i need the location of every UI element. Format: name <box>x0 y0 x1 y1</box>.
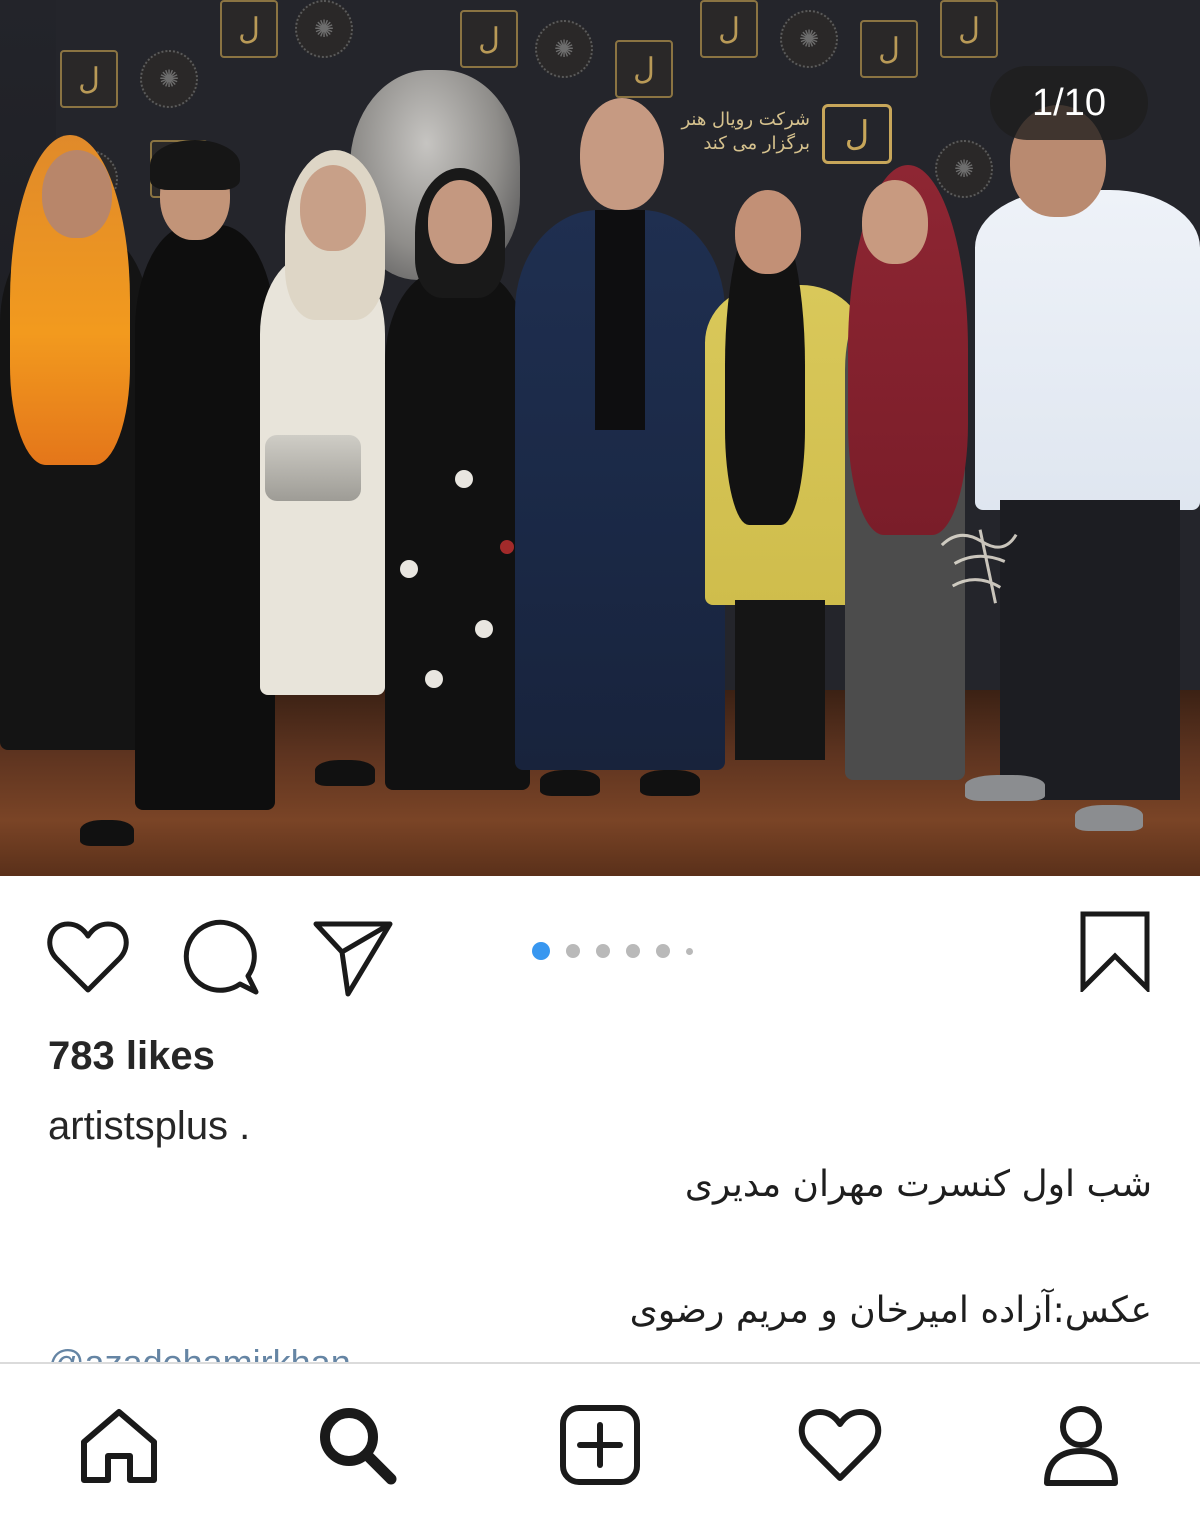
caption-line-1: شب اول کنسرت مهران مدیری <box>684 1164 1152 1205</box>
bookmark-icon <box>1080 911 1150 995</box>
username-suffix: . <box>228 1104 251 1148</box>
likes-count[interactable]: 783 likes <box>48 1034 215 1079</box>
backdrop-logo: ل <box>615 40 673 98</box>
backdrop-ornament: ✺ <box>535 20 593 78</box>
nav-search[interactable] <box>312 1400 402 1490</box>
person-5-shoe <box>540 770 600 796</box>
username-link[interactable]: artistsplus <box>48 1104 228 1148</box>
person-4-flower <box>425 670 443 688</box>
comment-button[interactable] <box>182 918 262 998</box>
nav-create-post[interactable] <box>555 1400 645 1490</box>
person-4-flower <box>500 540 514 554</box>
carousel-dot <box>686 947 693 955</box>
person-5-shoe <box>640 770 700 796</box>
caption-line-2: عکس:آزاده امیرخان و مریم رضوی <box>629 1290 1152 1331</box>
carousel-dot <box>532 942 550 960</box>
person-4-flower <box>400 560 418 578</box>
person-3-face <box>300 165 366 251</box>
backdrop-ornament: ✺ <box>295 0 353 58</box>
add-post-icon <box>560 1405 640 1485</box>
person-1-shoe <box>80 820 134 846</box>
activity-heart-icon <box>798 1409 882 1481</box>
like-button[interactable] <box>46 918 130 996</box>
profile-icon <box>1044 1406 1118 1486</box>
person-4-face <box>428 180 492 264</box>
carousel-dot <box>626 944 640 958</box>
carousel-dot <box>596 944 610 958</box>
nav-activity[interactable] <box>795 1400 885 1490</box>
person-8-trousers <box>1000 500 1180 800</box>
person-2 <box>135 225 275 810</box>
person-4 <box>385 270 530 790</box>
carousel-dot <box>656 944 670 958</box>
backdrop-logo: ل <box>940 0 998 58</box>
backdrop-logo: ل <box>220 0 278 58</box>
person-5-face <box>580 98 664 210</box>
photographer-signature <box>929 514 1031 616</box>
person-4-flower <box>475 620 493 638</box>
person-8-shoe <box>1075 805 1143 831</box>
person-7-face <box>862 180 928 264</box>
person-6-trousers <box>735 600 825 760</box>
bottom-navigation <box>0 1362 1200 1522</box>
caption-user-line: artistsplus . <box>48 1104 250 1149</box>
post-action-bar <box>0 876 1200 1026</box>
backdrop-ornament: ✺ <box>780 10 838 68</box>
image-counter: 1/10 <box>990 66 1148 140</box>
backdrop-logo: ل <box>460 10 518 68</box>
carousel-indicator <box>532 940 709 962</box>
nav-profile[interactable] <box>1036 1400 1126 1490</box>
person-4-flower <box>455 470 473 488</box>
person-5-shirt <box>595 210 645 430</box>
person-8-shoe <box>965 775 1045 801</box>
backdrop-logo: ل <box>60 50 118 108</box>
paper-plane-icon <box>313 921 393 997</box>
person-2-hair <box>150 140 240 190</box>
backdrop-ornament: ✺ <box>935 140 993 198</box>
share-button[interactable] <box>312 918 394 998</box>
person-3-shoe <box>315 760 375 786</box>
heart-outline-icon <box>47 921 129 993</box>
nav-home[interactable] <box>74 1400 164 1490</box>
carousel-dot <box>566 944 580 958</box>
home-icon <box>81 1409 157 1483</box>
backdrop-logo: ل <box>700 0 758 58</box>
speech-bubble-icon <box>183 919 259 995</box>
person-1-face <box>42 150 112 238</box>
backdrop-logo: ل <box>860 20 918 78</box>
signature-mark <box>940 529 1018 604</box>
backdrop-ornament: ✺ <box>140 50 198 108</box>
sponsor-logo: ل <box>822 104 892 164</box>
person-6-face <box>735 190 801 274</box>
search-icon <box>320 1408 397 1485</box>
post-photo[interactable]: ل ✺ ل ✺ ل ✺ ل ل ✺ ل ل ✺ ل ✺ ل شرکت رویال… <box>0 0 1200 876</box>
person-8 <box>975 190 1200 510</box>
save-button[interactable] <box>1078 910 1152 995</box>
person-3-handbag <box>265 435 361 501</box>
